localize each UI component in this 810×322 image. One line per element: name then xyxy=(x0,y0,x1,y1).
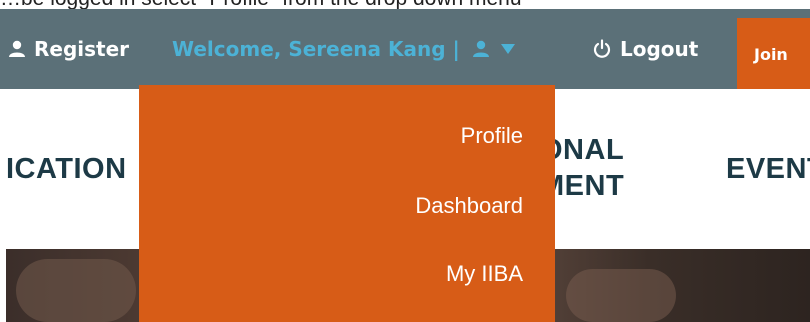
register-label: Register xyxy=(34,37,130,61)
top-bar: Register Welcome, Sereena Kang | Logout … xyxy=(0,9,810,90)
logout-link[interactable]: Logout xyxy=(592,9,698,89)
welcome-label: Welcome, Sereena Kang | xyxy=(172,37,460,61)
register-link[interactable]: Register xyxy=(8,9,129,89)
join-button[interactable]: Join xyxy=(737,18,810,90)
instruction-caption: …be logged in select "Profile" from the … xyxy=(0,0,810,9)
dropdown-item-my-iiba[interactable]: My IIBA xyxy=(446,261,523,287)
nav-item-events[interactable]: EVENT xyxy=(726,152,810,186)
account-dropdown-menu: Profile Dashboard My IIBA xyxy=(139,85,555,322)
power-icon xyxy=(592,39,612,59)
account-user-icon xyxy=(472,40,490,58)
welcome-account-menu[interactable]: Welcome, Sereena Kang | xyxy=(172,9,516,89)
dropdown-item-profile[interactable]: Profile xyxy=(461,123,523,149)
dropdown-item-dashboard[interactable]: Dashboard xyxy=(415,193,523,219)
nav-item-certification[interactable]: ICATION xyxy=(6,152,127,186)
caret-down-icon xyxy=(500,43,516,55)
user-icon xyxy=(8,40,26,58)
logout-label: Logout xyxy=(620,37,699,61)
